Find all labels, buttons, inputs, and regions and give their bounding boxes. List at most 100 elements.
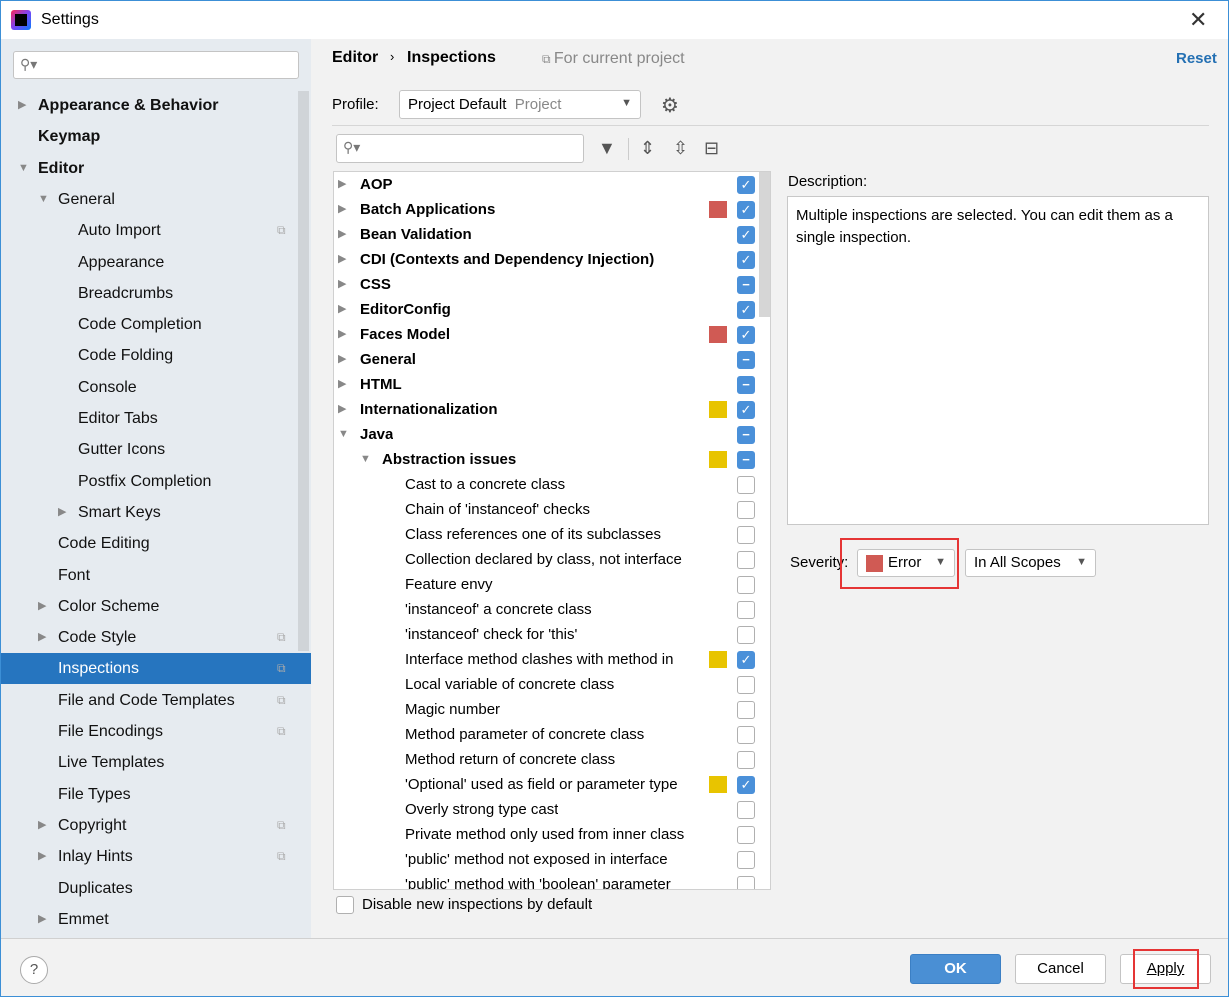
sidebar-item[interactable]: ▶ Smart Keys <box>1 497 311 528</box>
reset-to-default-icon[interactable]: ⊟ <box>704 138 719 159</box>
profile-dropdown[interactable]: Project Default Project ▼ <box>399 90 641 119</box>
inspection-checkbox[interactable] <box>737 726 755 744</box>
breadcrumb-parent[interactable]: Editor <box>332 49 378 67</box>
reset-link[interactable]: Reset <box>1176 50 1217 67</box>
sidebar-item[interactable]: Appearance <box>1 247 311 278</box>
inspection-checkbox[interactable] <box>737 801 755 819</box>
expanded-arrow-icon[interactable]: ▼ <box>338 422 349 447</box>
collapsed-arrow-icon[interactable]: ▶ <box>38 591 46 622</box>
inspection-checkbox[interactable] <box>737 526 755 544</box>
collapse-all-icon[interactable]: ⇳ <box>673 138 688 159</box>
inspection-row[interactable]: 'public' method not exposed in interface <box>334 847 759 872</box>
collapsed-arrow-icon[interactable]: ▶ <box>18 90 26 121</box>
inspection-row[interactable]: ▶ CSS − <box>334 272 759 297</box>
sidebar-item[interactable]: Auto Import ⧉ <box>1 215 311 246</box>
inspection-row[interactable]: 'instanceof' check for 'this' <box>334 622 759 647</box>
sidebar-item[interactable]: ▶ Emmet <box>1 904 311 935</box>
tree-scrollbar[interactable] <box>759 172 770 317</box>
severity-dropdown[interactable]: Error ▼ <box>857 549 955 577</box>
inspection-row[interactable]: Overly strong type cast <box>334 797 759 822</box>
inspection-row[interactable]: ▶ General − <box>334 347 759 372</box>
collapsed-arrow-icon[interactable]: ▶ <box>338 197 346 222</box>
sidebar-item[interactable]: ▼ General <box>1 184 311 215</box>
collapsed-arrow-icon[interactable]: ▶ <box>338 322 346 347</box>
collapsed-arrow-icon[interactable]: ▶ <box>38 904 46 935</box>
inspection-checkbox[interactable]: ✓ <box>737 226 755 244</box>
inspection-checkbox[interactable] <box>737 551 755 569</box>
collapsed-arrow-icon[interactable]: ▶ <box>338 272 346 297</box>
inspection-checkbox[interactable]: − <box>737 451 755 469</box>
inspection-row[interactable]: Method parameter of concrete class <box>334 722 759 747</box>
inspection-row[interactable]: Local variable of concrete class <box>334 672 759 697</box>
inspection-checkbox[interactable] <box>737 501 755 519</box>
inspection-checkbox[interactable]: ✓ <box>737 651 755 669</box>
inspection-checkbox[interactable] <box>737 676 755 694</box>
inspection-checkbox[interactable]: − <box>737 351 755 369</box>
inspection-checkbox[interactable] <box>737 876 755 889</box>
inspection-row[interactable]: 'instanceof' a concrete class <box>334 597 759 622</box>
collapsed-arrow-icon[interactable]: ▶ <box>338 297 346 322</box>
collapsed-arrow-icon[interactable]: ▶ <box>338 247 346 272</box>
sidebar-item[interactable]: ▶ Code Style ⧉ <box>1 622 311 653</box>
disable-new-inspections-checkbox[interactable] <box>336 896 354 914</box>
inspection-row[interactable]: 'Optional' used as field or parameter ty… <box>334 772 759 797</box>
sidebar-item[interactable]: Code Completion <box>1 309 311 340</box>
inspection-checkbox[interactable]: ✓ <box>737 176 755 194</box>
inspection-row[interactable]: ▼ Abstraction issues − <box>334 447 759 472</box>
inspection-row[interactable]: ▶ Bean Validation ✓ <box>334 222 759 247</box>
gear-icon[interactable]: ⚙ <box>661 93 679 118</box>
inspection-checkbox[interactable] <box>737 751 755 769</box>
expanded-arrow-icon[interactable]: ▼ <box>38 184 49 215</box>
sidebar-item[interactable]: ▶ Appearance & Behavior <box>1 90 311 121</box>
sidebar-item[interactable]: File Types <box>1 779 311 810</box>
collapsed-arrow-icon[interactable]: ▶ <box>338 347 346 372</box>
inspection-row[interactable]: ▶ AOP ✓ <box>334 172 759 197</box>
inspection-checkbox[interactable] <box>737 701 755 719</box>
inspection-checkbox[interactable]: ✓ <box>737 776 755 794</box>
inspection-checkbox[interactable] <box>737 851 755 869</box>
sidebar-item[interactable]: Postfix Completion <box>1 466 311 497</box>
collapsed-arrow-icon[interactable]: ▶ <box>58 497 66 528</box>
sidebar-item[interactable]: ▶ Inlay Hints ⧉ <box>1 841 311 872</box>
inspection-row[interactable]: ▶ Faces Model ✓ <box>334 322 759 347</box>
expanded-arrow-icon[interactable]: ▼ <box>360 447 371 472</box>
sidebar-item[interactable]: Console <box>1 372 311 403</box>
inspection-row[interactable]: Cast to a concrete class <box>334 472 759 497</box>
collapsed-arrow-icon[interactable]: ▶ <box>38 810 46 841</box>
inspection-checkbox[interactable]: ✓ <box>737 401 755 419</box>
inspection-checkbox[interactable] <box>737 476 755 494</box>
inspection-checkbox[interactable]: ✓ <box>737 201 755 219</box>
inspection-row[interactable]: ▼ Java − <box>334 422 759 447</box>
inspection-checkbox[interactable] <box>737 826 755 844</box>
collapsed-arrow-icon[interactable]: ▶ <box>38 622 46 653</box>
inspection-row[interactable]: Feature envy <box>334 572 759 597</box>
expanded-arrow-icon[interactable]: ▼ <box>18 153 29 184</box>
inspection-checkbox[interactable]: ✓ <box>737 326 755 344</box>
inspection-search-input[interactable]: ⚲▾ <box>336 134 584 163</box>
inspection-checkbox[interactable]: ✓ <box>737 251 755 269</box>
sidebar-item[interactable]: Live Templates <box>1 747 311 778</box>
collapsed-arrow-icon[interactable]: ▶ <box>338 397 346 422</box>
sidebar-item[interactable]: ▶ Color Scheme <box>1 591 311 622</box>
collapsed-arrow-icon[interactable]: ▶ <box>38 841 46 872</box>
collapsed-arrow-icon[interactable]: ▶ <box>338 372 346 397</box>
inspection-row[interactable]: Class references one of its subclasses <box>334 522 759 547</box>
sidebar-item[interactable]: Font <box>1 560 311 591</box>
inspection-row[interactable]: ▶ Internationalization ✓ <box>334 397 759 422</box>
sidebar-item[interactable]: File Encodings ⧉ <box>1 716 311 747</box>
inspection-row[interactable]: ▶ EditorConfig ✓ <box>334 297 759 322</box>
settings-search-input[interactable]: ⚲▾ <box>13 51 299 79</box>
sidebar-item[interactable]: Duplicates <box>1 873 311 904</box>
inspection-row[interactable]: ▶ CDI (Contexts and Dependency Injection)… <box>334 247 759 272</box>
sidebar-item[interactable]: Breadcrumbs <box>1 278 311 309</box>
ok-button[interactable]: OK <box>910 954 1001 984</box>
sidebar-item[interactable]: Keymap <box>1 121 311 152</box>
inspection-checkbox[interactable] <box>737 601 755 619</box>
help-button[interactable]: ? <box>20 956 48 984</box>
sidebar-item[interactable]: ▼ Editor <box>1 153 311 184</box>
inspection-checkbox[interactable]: − <box>737 376 755 394</box>
inspection-checkbox[interactable]: − <box>737 426 755 444</box>
inspection-row[interactable]: Collection declared by class, not interf… <box>334 547 759 572</box>
inspection-row[interactable]: ▶ HTML − <box>334 372 759 397</box>
sidebar-item[interactable]: Code Folding <box>1 340 311 371</box>
